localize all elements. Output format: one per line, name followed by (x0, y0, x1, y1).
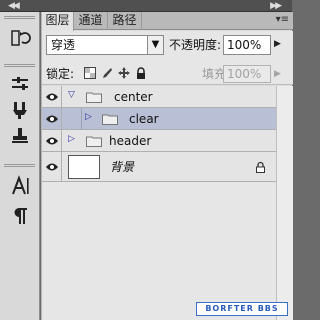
expand-dock-icon[interactable]: ▶▶ (270, 0, 282, 12)
lock-position-icon[interactable] (118, 67, 130, 79)
layer-row-clear[interactable]: ▷ clear (42, 108, 276, 130)
fill-input[interactable]: 100% (223, 65, 271, 83)
visibility-toggle[interactable] (42, 130, 62, 151)
tab-channels[interactable]: 通道 (74, 12, 108, 30)
lock-all-icon[interactable] (135, 67, 147, 79)
opacity-slider-icon[interactable]: ▶ (274, 39, 281, 49)
eye-icon (45, 93, 58, 100)
layer-name: clear (129, 112, 159, 126)
blend-mode-select[interactable]: 穿透 ▼ (46, 35, 164, 55)
lock-image-pixels-icon[interactable] (101, 67, 113, 79)
panel-menu-icon[interactable]: ▾≡ (276, 14, 289, 25)
character-icon[interactable] (6, 174, 34, 198)
folder-icon (86, 91, 102, 103)
adjustments-icon[interactable] (6, 72, 34, 96)
layer-row-header[interactable]: ▷ header (42, 130, 276, 152)
eye-icon (45, 163, 58, 170)
layer-name: center (114, 90, 153, 104)
tab-paths[interactable]: 路径 (108, 12, 142, 30)
tab-layers[interactable]: 图层 (42, 12, 74, 31)
layer-options-bar: 穿透 ▼ 不透明度: 100% ▶ (42, 31, 293, 63)
lock-options-bar: 锁定: 填充: 100% ▶ (42, 63, 293, 85)
clone-source-icon[interactable] (6, 124, 34, 148)
eye-icon (45, 115, 58, 122)
group-expander-icon[interactable]: ▷ (68, 134, 75, 144)
lock-icon (255, 161, 266, 173)
folder-icon (102, 113, 118, 125)
actions-icon[interactable] (6, 98, 34, 122)
layers-scrollbar[interactable] (276, 86, 293, 320)
layers-list: ▽ center ▷ clear ▷ header 背景 (42, 86, 293, 320)
panel-icon-strip (0, 12, 40, 320)
folder-icon (86, 135, 102, 147)
visibility-toggle[interactable] (42, 86, 62, 107)
group-expander-icon[interactable]: ▽ (68, 90, 75, 100)
strip-grip[interactable] (4, 64, 35, 67)
strip-grip[interactable] (4, 16, 35, 19)
layer-row-background[interactable]: 背景 (42, 152, 276, 182)
opacity-label: 不透明度: (169, 38, 222, 52)
layer-name: header (109, 134, 152, 148)
panel-tab-bar: 图层 通道 路径 ▾≡ (42, 12, 293, 31)
visibility-toggle[interactable] (42, 152, 62, 181)
layer-row-center[interactable]: ▽ center (42, 86, 276, 108)
opacity-input[interactable]: 100% (223, 35, 271, 55)
paragraph-icon[interactable] (6, 204, 34, 228)
history-icon[interactable] (6, 26, 34, 50)
fill-slider-icon[interactable]: ▶ (274, 69, 281, 79)
visibility-toggle[interactable] (42, 108, 62, 129)
watermark-logo: BORFTER BBS (196, 302, 288, 316)
lock-label: 锁定: (46, 67, 75, 81)
strip-grip[interactable] (4, 164, 35, 167)
indent-spacer (62, 108, 82, 130)
layer-name: 背景 (110, 160, 135, 174)
eye-icon (45, 137, 58, 144)
layer-thumbnail (68, 155, 100, 179)
chevron-down-icon[interactable]: ▼ (147, 36, 163, 54)
layers-panel: 图层 通道 路径 ▾≡ 穿透 ▼ 不透明度: 100% ▶ 锁定: 填充: 10… (41, 12, 293, 320)
panel-dock-header: ◀◀ ▶▶ (0, 0, 292, 12)
lock-transparent-pixels-icon[interactable] (84, 67, 96, 79)
blend-mode-value: 穿透 (51, 38, 76, 52)
group-expander-icon[interactable]: ▷ (85, 112, 92, 122)
collapse-dock-icon[interactable]: ◀◀ (8, 0, 20, 12)
